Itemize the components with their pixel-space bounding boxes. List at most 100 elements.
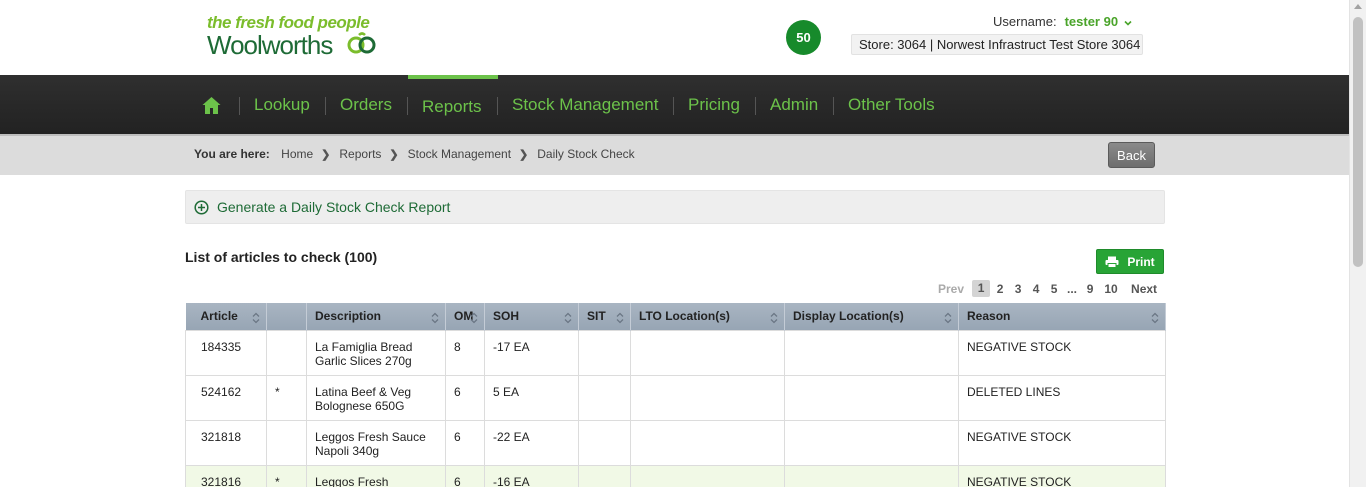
cell-reason: NEGATIVE STOCK: [958, 329, 1166, 376]
pagination-page[interactable]: 2: [991, 282, 1009, 296]
nav-item-admin[interactable]: Admin: [770, 75, 818, 134]
cell-lto-locations: [630, 374, 785, 421]
column-header-lto-locations[interactable]: LTO Location(s): [630, 303, 785, 330]
pagination-page[interactable]: 1: [972, 280, 991, 297]
cell-lto-locations: [630, 329, 785, 376]
column-header-om[interactable]: OM: [445, 303, 485, 330]
cell-lto-locations: [630, 464, 785, 487]
nav-divider: [325, 97, 326, 115]
notification-badge[interactable]: 50: [786, 20, 821, 55]
sort-icon: [944, 312, 952, 324]
column-header-label: Description: [315, 309, 382, 324]
sort-icon: [252, 312, 260, 324]
cell-description: La Famiglia Bread Garlic Slices 270g: [306, 329, 446, 376]
nav-item-lookup[interactable]: Lookup: [254, 75, 310, 134]
breadcrumb-item-reports[interactable]: Reports: [339, 147, 381, 161]
cell-display-locations: [784, 464, 959, 487]
table-row[interactable]: 321818 Leggos Fresh Sauce Napoli 340g 6 …: [185, 419, 1166, 466]
cell-reason: NEGATIVE STOCK: [958, 464, 1166, 487]
cell-sit: [578, 419, 631, 466]
nav-item-reports[interactable]: Reports: [408, 75, 498, 134]
sort-icon: [431, 312, 439, 324]
table-row[interactable]: 321816 * Leggos Fresh 6 -16 EA NEGATIVE …: [185, 464, 1166, 487]
header: the fresh food people Woolworths 50 User…: [0, 0, 1349, 75]
woolworths-logo[interactable]: the fresh food people Woolworths: [207, 13, 387, 63]
column-header-label: SIT: [587, 309, 606, 324]
generate-report-label: Generate a Daily Stock Check Report: [217, 199, 451, 215]
woolworths-logo-mark-icon: [347, 32, 376, 54]
articles-table: Article Description OM SOH SIT LTO Locat…: [185, 303, 1166, 487]
cell-om: 6: [445, 464, 485, 487]
sort-icon: [1151, 312, 1159, 324]
nav-item-stock-management[interactable]: Stock Management: [512, 75, 658, 134]
column-header-flag: [266, 303, 307, 330]
cell-flag: [266, 329, 307, 376]
chevron-right-icon: ❯: [321, 149, 331, 161]
breadcrumb-item-current: Daily Stock Check: [537, 147, 635, 161]
cell-om: 8: [445, 329, 485, 376]
cell-soh: -22 EA: [484, 419, 579, 466]
pagination-prev: Prev: [938, 281, 965, 296]
pagination-page[interactable]: 10: [1099, 282, 1123, 296]
pagination-ellipsis: ...: [1067, 281, 1078, 296]
breadcrumb-item-stock-management[interactable]: Stock Management: [408, 147, 511, 161]
nav-divider: [497, 97, 498, 115]
cell-flag: [266, 419, 307, 466]
column-header-label: LTO Location(s): [639, 309, 730, 324]
store-selector[interactable]: Store: 3064 | Norwest Infrastruct Test S…: [851, 34, 1143, 55]
scroll-up-arrow-icon[interactable]: [1354, 4, 1362, 9]
nav-item-other-tools[interactable]: Other Tools: [848, 75, 935, 134]
column-header-article[interactable]: Article: [185, 303, 267, 330]
column-header-label: Article: [200, 309, 238, 324]
back-button[interactable]: Back: [1108, 142, 1155, 168]
table-row[interactable]: 524162 * Latina Beef & Veg Bolognese 650…: [185, 374, 1166, 421]
cell-soh: -16 EA: [484, 464, 579, 487]
column-header-soh[interactable]: SOH: [484, 303, 579, 330]
username: tester 90: [1064, 14, 1119, 29]
main-nav: Lookup Orders Reports Stock Management P…: [0, 75, 1349, 134]
cell-article: 524162: [185, 374, 267, 421]
pagination-page[interactable]: 5: [1045, 282, 1063, 296]
column-header-display-locations[interactable]: Display Location(s): [784, 303, 959, 330]
cell-om: 6: [445, 419, 485, 466]
username-label: Username:: [993, 14, 1057, 29]
cell-reason: NEGATIVE STOCK: [958, 419, 1166, 466]
vertical-scrollbar[interactable]: [1349, 0, 1366, 487]
cell-om: 6: [445, 374, 485, 421]
column-header-reason[interactable]: Reason: [958, 303, 1166, 330]
breadcrumb-item-home[interactable]: Home: [281, 147, 313, 161]
column-header-label: Display Location(s): [793, 309, 904, 324]
print-label: Print: [1127, 254, 1155, 269]
column-header-description[interactable]: Description: [306, 303, 446, 330]
user-menu[interactable]: Username: tester 90: [993, 14, 1132, 29]
sort-icon: [616, 312, 624, 324]
cell-flag: *: [266, 464, 307, 487]
nav-divider: [673, 97, 674, 115]
sort-icon: [564, 312, 572, 324]
scrollbar-thumb[interactable]: [1353, 17, 1363, 267]
nav-item-pricing[interactable]: Pricing: [688, 75, 740, 134]
page: the fresh food people Woolworths 50 User…: [0, 0, 1366, 487]
nav-item-orders[interactable]: Orders: [340, 75, 392, 134]
pagination-page[interactable]: 3: [1009, 282, 1027, 296]
cell-soh: -17 EA: [484, 329, 579, 376]
print-button[interactable]: Print: [1096, 249, 1164, 274]
sort-icon: [470, 312, 478, 324]
printer-icon: [1105, 256, 1119, 268]
cell-reason: DELETED LINES: [958, 374, 1166, 421]
generate-report-panel[interactable]: Generate a Daily Stock Check Report: [185, 190, 1165, 224]
pagination-next[interactable]: Next: [1131, 282, 1157, 296]
breadcrumb: You are here: Home ❯ Reports ❯ Stock Managem…: [194, 147, 635, 161]
cell-sit: [578, 464, 631, 487]
breadcrumb-bar: You are here: Home ❯ Reports ❯ Stock Managem…: [0, 134, 1349, 175]
table-row[interactable]: 184335 La Famiglia Bread Garlic Slices 2…: [185, 329, 1166, 376]
chevron-right-icon: ❯: [389, 149, 399, 161]
home-icon[interactable]: [201, 95, 222, 116]
chevron-right-icon: ❯: [519, 149, 529, 161]
breadcrumb-lead: You are here:: [194, 147, 270, 161]
pagination-page[interactable]: 4: [1027, 282, 1045, 296]
pagination-page[interactable]: 9: [1081, 282, 1099, 296]
brand-name: Woolworths: [207, 30, 333, 60]
column-header-sit[interactable]: SIT: [578, 303, 631, 330]
cell-description: Leggos Fresh Sauce Napoli 340g: [306, 419, 446, 466]
